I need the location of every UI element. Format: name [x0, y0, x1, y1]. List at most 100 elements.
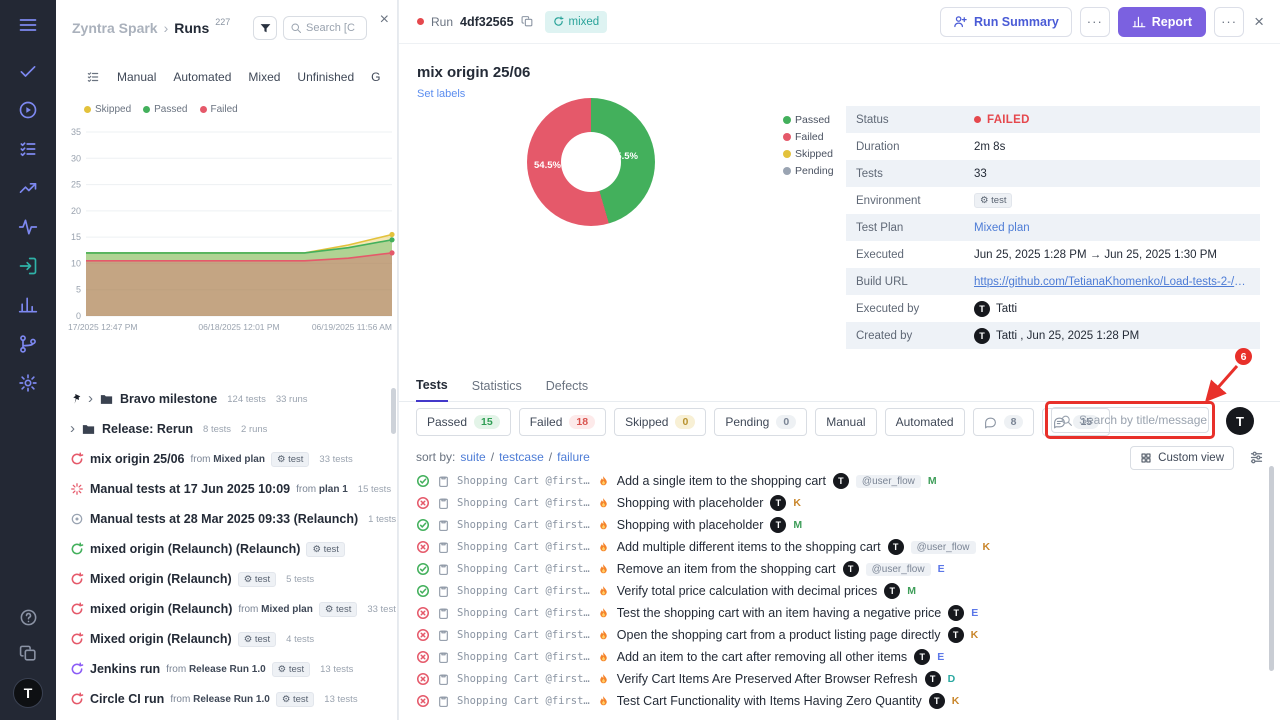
tag-chip: @user_flow	[856, 475, 921, 488]
assignee-avatar: T	[948, 605, 964, 621]
owner-initial: M	[928, 475, 937, 487]
filter-pending[interactable]: Pending0	[714, 408, 807, 436]
env-chip: ⚙ test	[306, 542, 344, 557]
testcase-icon	[437, 629, 450, 642]
activity-icon[interactable]	[17, 216, 39, 238]
test-row[interactable]: Shopping Cart @first…Add an item to the …	[416, 646, 1266, 668]
failed-icon	[416, 496, 430, 510]
filter-button[interactable]	[253, 16, 277, 40]
gear-icon[interactable]	[17, 372, 39, 394]
sliders-icon[interactable]	[1249, 450, 1264, 465]
failed-icon	[416, 694, 430, 708]
assignee-avatar: T	[884, 583, 900, 599]
failed-icon	[416, 628, 430, 642]
custom-view-button[interactable]: Custom view	[1130, 446, 1234, 470]
runs-tab-g[interactable]: G	[371, 70, 380, 84]
test-row[interactable]: Shopping Cart @first…Open the shopping c…	[416, 624, 1266, 646]
runs-tab-unfinished[interactable]: Unfinished	[297, 70, 354, 84]
test-row[interactable]: Shopping Cart @first…Remove an item from…	[416, 558, 1266, 580]
test-row[interactable]: Shopping Cart @first…Add multiple differ…	[416, 536, 1266, 558]
filter-automated[interactable]: Automated	[885, 408, 965, 436]
run-overview: 45.5% 54.5% PassedFailedSkippedPending S…	[399, 96, 1280, 366]
test-row[interactable]: Shopping Cart @first…Shopping with place…	[416, 492, 1266, 514]
app-brand[interactable]: Zyntra Spark	[72, 20, 158, 36]
run-item[interactable]: mixed origin (Relaunch)from Mixed plan⚙ …	[56, 594, 397, 624]
sort-failure[interactable]: failure	[557, 450, 590, 464]
copy-icon[interactable]	[521, 15, 534, 28]
tree-folder[interactable]: ›Release: Rerun8 tests2 runs	[56, 414, 397, 444]
login-icon[interactable]	[17, 255, 39, 277]
close-run-button[interactable]: ×	[1252, 12, 1266, 32]
env-chip: ⚙ test	[319, 602, 357, 617]
more-button[interactable]: ···	[1080, 7, 1110, 37]
runs-search-input[interactable]: Search [C	[283, 16, 367, 40]
run-item[interactable]: Mixed origin (Relaunch)⚙ test5 tests	[56, 564, 397, 594]
play-circle-icon[interactable]	[17, 99, 39, 121]
run-item[interactable]: mix origin 25/06from Mixed plan⚙ test33 …	[56, 444, 397, 474]
test-row[interactable]: Shopping Cart @first…Verify Cart Items A…	[416, 668, 1266, 690]
test-plan-link[interactable]: Mixed plan	[974, 222, 1030, 234]
test-row[interactable]: Shopping Cart @first…Verify total price …	[416, 580, 1266, 602]
owner-initial: K	[952, 695, 960, 707]
user-avatar-sidebar[interactable]: T	[13, 678, 43, 708]
assignee-avatar: T	[914, 649, 930, 665]
sort-testcase[interactable]: testcase	[499, 450, 544, 464]
test-row[interactable]: Shopping Cart @first…Add a single item t…	[416, 470, 1266, 492]
tab-statistics[interactable]: Statistics	[472, 379, 522, 401]
test-row[interactable]: Shopping Cart @first…Test the shopping c…	[416, 602, 1266, 624]
run-item[interactable]: Circle CI runfrom Release Run 1.0⚙ test1…	[56, 684, 397, 714]
run-summary-button[interactable]: Run Summary	[940, 7, 1072, 37]
chevron-right-icon[interactable]: ›	[70, 420, 75, 437]
filter-count: 0	[776, 415, 796, 429]
tab-defects[interactable]: Defects	[546, 379, 588, 401]
tree-folder[interactable]: ›Bravo milestone124 tests33 runs	[56, 384, 397, 414]
build-url-link[interactable]: https://github.com/TetianaKhomenko/Load-…	[974, 276, 1250, 288]
branch-icon[interactable]	[17, 333, 39, 355]
sort-suite[interactable]: suite	[460, 450, 485, 464]
tests-scrollbar[interactable]	[1269, 466, 1274, 671]
close-panel-button[interactable]: ×	[380, 12, 389, 28]
owner-initial: E	[937, 651, 944, 663]
more-button-2[interactable]: ···	[1214, 7, 1244, 37]
panel-scrollbar[interactable]	[391, 388, 396, 434]
donut-legend-pending: Pending	[783, 165, 834, 177]
trend-icon[interactable]	[17, 177, 39, 199]
tag-chip: @user_flow	[866, 563, 931, 576]
run-item[interactable]: Manual tests at 28 Mar 2025 09:33 (Relau…	[56, 504, 397, 534]
report-button[interactable]: Report	[1118, 7, 1206, 37]
checklist-icon[interactable]	[17, 138, 39, 160]
run-item[interactable]: Manual tests at 17 Jun 2025 10:09from pl…	[56, 474, 397, 504]
filter-skipped[interactable]: Skipped0	[614, 408, 706, 436]
help-icon[interactable]	[17, 606, 39, 628]
passed-icon	[416, 584, 430, 598]
chevron-right-icon[interactable]: ›	[88, 390, 93, 407]
legend-skipped: Skipped	[84, 104, 131, 115]
flame-icon	[597, 563, 610, 576]
filter-failed[interactable]: Failed18	[519, 408, 606, 436]
run-target-icon	[70, 512, 84, 526]
breadcrumb-runs: Runs	[174, 20, 209, 36]
test-row[interactable]: Shopping Cart @first…Shopping with place…	[416, 514, 1266, 536]
filter-passed[interactable]: Passed15	[416, 408, 511, 436]
user-avatar[interactable]: T	[1226, 407, 1254, 435]
runs-tab-automated[interactable]: Automated	[173, 70, 231, 84]
svg-text:0: 0	[76, 311, 81, 321]
tab-tests[interactable]: Tests	[416, 378, 448, 402]
bar-chart-icon[interactable]	[17, 294, 39, 316]
test-row[interactable]: Shopping Cart @first…Test Cart Functiona…	[416, 690, 1266, 712]
run-item[interactable]: Jenkins runfrom Release Run 1.0⚙ test13 …	[56, 654, 397, 684]
projects-icon[interactable]	[17, 642, 39, 664]
menu-icon[interactable]	[17, 14, 39, 36]
run-label: Run	[431, 15, 453, 29]
filter-comment[interactable]: 8	[973, 408, 1035, 436]
tests-search-input[interactable]: Search by title/message	[1051, 407, 1209, 433]
annotation-number: 6	[1235, 348, 1252, 365]
runs-tab-manual[interactable]: Manual	[117, 70, 156, 84]
filter-manual[interactable]: Manual	[815, 408, 876, 436]
passed-icon	[416, 562, 430, 576]
run-item[interactable]: Mixed origin (Relaunch)⚙ test4 tests	[56, 624, 397, 654]
runs-tab-mixed[interactable]: Mixed	[248, 70, 280, 84]
testcase-icon	[437, 475, 450, 488]
check-icon[interactable]	[17, 60, 39, 82]
run-item[interactable]: mixed origin (Relaunch) (Relaunch)⚙ test	[56, 534, 397, 564]
